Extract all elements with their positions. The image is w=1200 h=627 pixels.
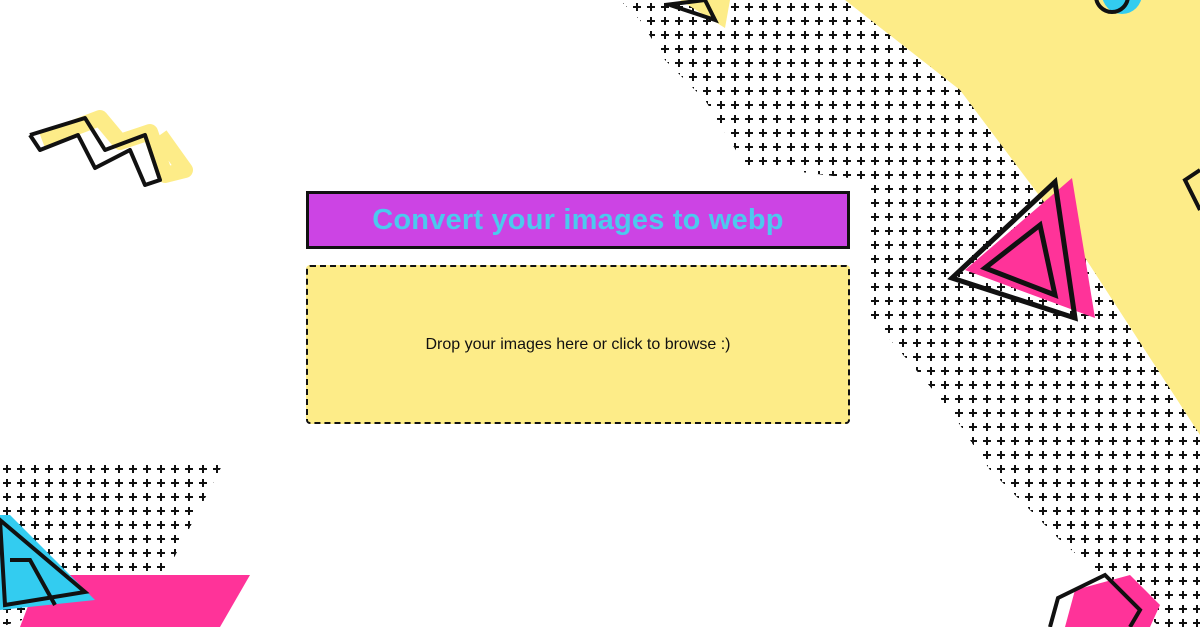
page-title: Convert your images to webp — [372, 203, 784, 236]
image-drop-zone[interactable]: Drop your images here or click to browse… — [306, 265, 850, 424]
drop-zone-label: Drop your images here or click to browse… — [425, 335, 731, 353]
title-banner: Convert your images to webp — [306, 191, 850, 249]
